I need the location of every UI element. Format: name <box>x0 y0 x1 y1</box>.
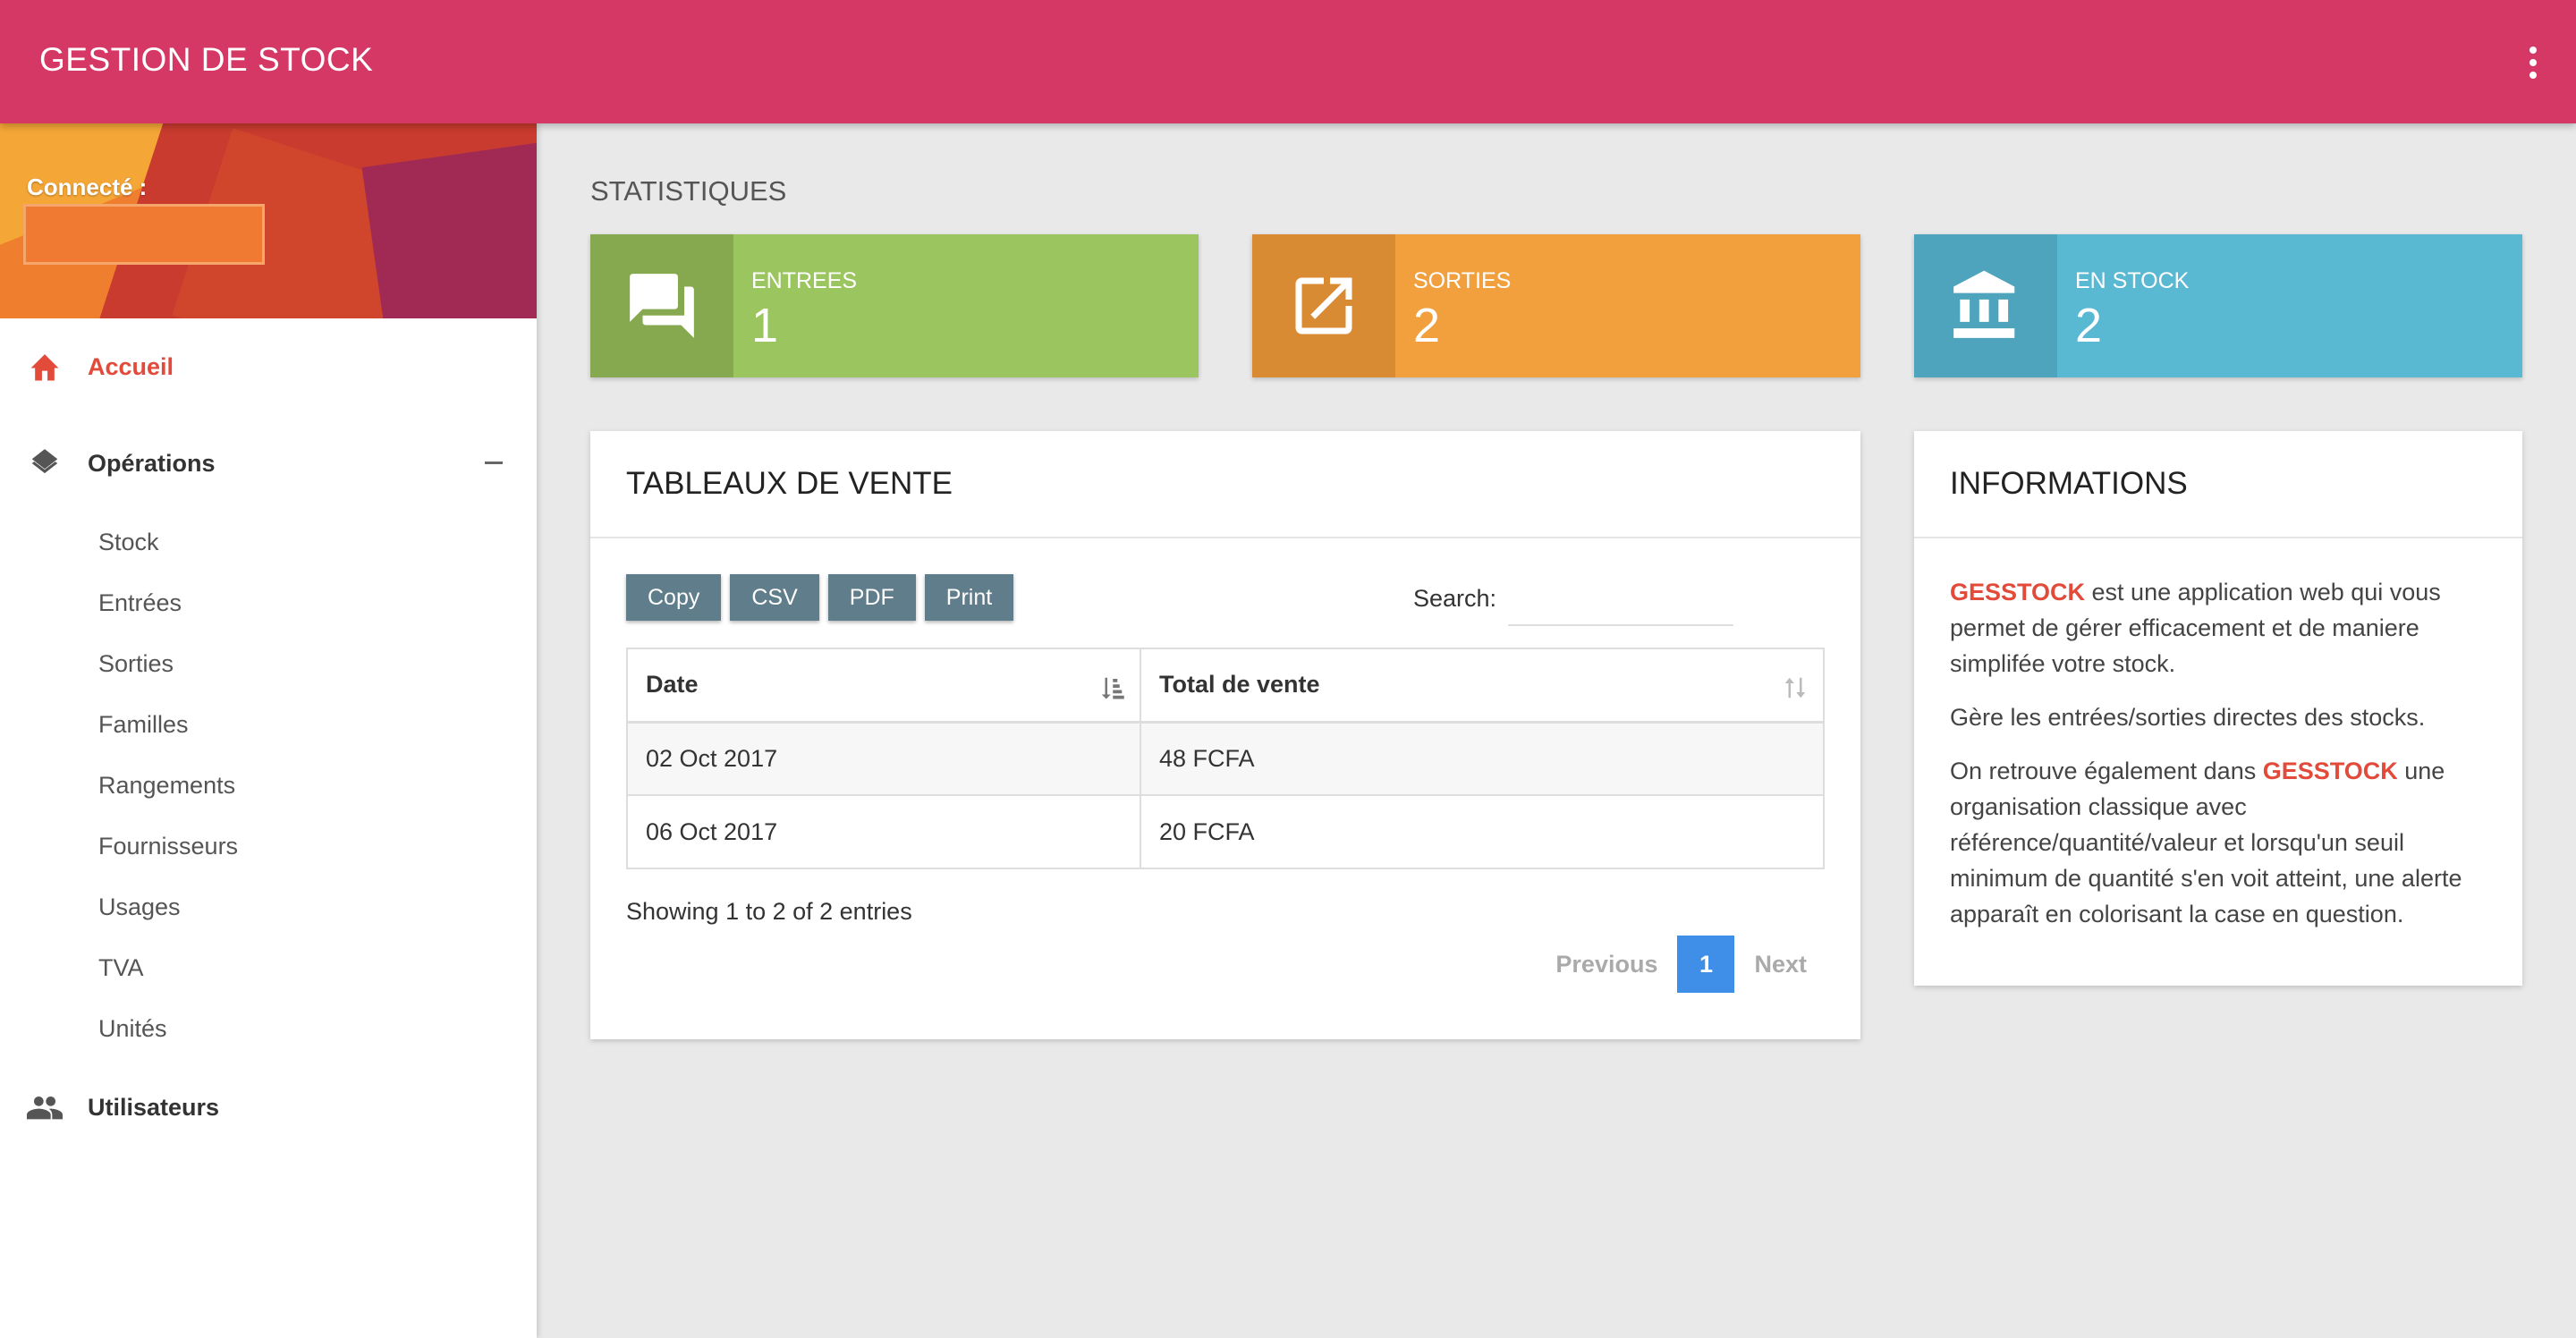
csv-button[interactable]: CSV <box>730 574 819 621</box>
sales-table: Date Total de vente 02 Oct 2017 48 FCFA <box>626 648 1825 869</box>
brand-name: GESSTOCK <box>2262 758 2398 784</box>
card-title: TABLEAUX DE VENTE <box>590 431 1860 538</box>
stat-title: SORTIES <box>1413 268 1512 293</box>
brand-name: GESSTOCK <box>1950 579 2086 605</box>
collapse-icon[interactable] <box>485 462 503 464</box>
section-title: STATISTIQUES <box>590 175 787 207</box>
info-card: INFORMATIONS GESSTOCK est une applicatio… <box>1914 431 2522 986</box>
stat-value: 2 <box>2075 299 2103 352</box>
layers-icon <box>27 445 63 481</box>
search-input[interactable] <box>1508 574 1733 626</box>
print-button[interactable]: Print <box>924 574 1014 621</box>
table-row: 06 Oct 2017 20 FCFA <box>626 794 1825 869</box>
cell-total: 20 FCFA <box>1140 794 1825 869</box>
sidebar: Connecté : Accueil Opérations Stock Entr… <box>0 123 537 1338</box>
stat-title: ENTREES <box>751 268 858 293</box>
submenu-item-rangements[interactable]: Rangements <box>0 755 537 816</box>
submenu-item-fournisseurs[interactable]: Fournisseurs <box>0 816 537 876</box>
export-buttons: Copy CSV PDF Print <box>626 574 1014 621</box>
info-body: GESSTOCK est une application web qui vou… <box>1914 538 2522 932</box>
table-info: Showing 1 to 2 of 2 entries <box>626 898 912 925</box>
table-row: 02 Oct 2017 48 FCFA <box>626 721 1825 796</box>
cell-date: 02 Oct 2017 <box>626 721 1141 796</box>
info-paragraph: Gère les entrées/sorties directes des st… <box>1950 704 2426 731</box>
card-title: INFORMATIONS <box>1914 431 2522 538</box>
stat-title: EN STOCK <box>2075 268 2190 293</box>
sort-both-icon <box>1782 674 1809 707</box>
sales-table-card: TABLEAUX DE VENTE Copy CSV PDF Print Sea… <box>590 431 1860 1039</box>
column-header-total[interactable]: Total de vente <box>1140 648 1825 724</box>
sidebar-item-accueil[interactable]: Accueil <box>0 318 537 415</box>
info-paragraph: GESSTOCK est une application web qui vou… <box>1950 579 2441 677</box>
submenu-item-stock[interactable]: Stock <box>0 512 537 572</box>
stat-card-entrees: ENTREES 1 <box>590 234 1199 377</box>
cell-total: 48 FCFA <box>1140 721 1825 796</box>
stat-card-sorties: SORTIES 2 <box>1252 234 1860 377</box>
sidebar-item-utilisateurs[interactable]: Utilisateurs <box>0 1059 537 1156</box>
app-title: GESTION DE STOCK <box>39 41 374 78</box>
search-label: Search: <box>1413 585 1497 612</box>
submenu-item-usages[interactable]: Usages <box>0 876 537 937</box>
top-app-bar: GESTION DE STOCK <box>0 0 2576 123</box>
sidebar-item-operations[interactable]: Opérations <box>0 415 537 512</box>
home-icon <box>27 349 63 385</box>
forum-icon <box>590 234 733 377</box>
submenu-item-entrees[interactable]: Entrées <box>0 572 537 633</box>
open-in-new-icon <box>1252 234 1395 377</box>
submenu-item-sorties[interactable]: Sorties <box>0 633 537 694</box>
previous-page-button[interactable]: Previous <box>1555 951 1657 978</box>
operations-submenu: Stock Entrées Sorties Familles Rangement… <box>0 512 537 1059</box>
sort-asc-icon <box>1098 674 1125 707</box>
sidebar-item-label: Accueil <box>88 352 174 380</box>
stat-value: 1 <box>751 299 779 352</box>
column-header-date[interactable]: Date <box>626 648 1141 724</box>
user-name-field <box>23 204 265 265</box>
sidebar-item-label: Opérations <box>88 449 216 477</box>
next-page-button[interactable]: Next <box>1754 951 1807 978</box>
sidebar-menu: Accueil Opérations <box>0 318 537 512</box>
copy-button[interactable]: Copy <box>626 574 722 621</box>
cell-date: 06 Oct 2017 <box>626 794 1141 869</box>
stat-card-en-stock: EN STOCK 2 <box>1914 234 2522 377</box>
stat-value: 2 <box>1413 299 1441 352</box>
submenu-item-unites[interactable]: Unités <box>0 998 537 1059</box>
more-vert-icon[interactable] <box>2513 39 2553 86</box>
submenu-item-familles[interactable]: Familles <box>0 694 537 755</box>
user-banner: Connecté : <box>0 123 537 318</box>
sidebar-item-label: Utilisateurs <box>88 1093 220 1121</box>
submenu-item-tva[interactable]: TVA <box>0 937 537 998</box>
people-icon <box>27 1089 63 1125</box>
pdf-button[interactable]: PDF <box>827 574 916 621</box>
info-paragraph: On retrouve également dans GESSTOCK une … <box>1950 758 2462 927</box>
connected-label: Connecté : <box>27 174 148 200</box>
page-1-button[interactable]: 1 <box>1677 936 1735 993</box>
pagination: Previous 1 Next <box>1555 936 1807 993</box>
bank-icon <box>1914 234 2057 377</box>
